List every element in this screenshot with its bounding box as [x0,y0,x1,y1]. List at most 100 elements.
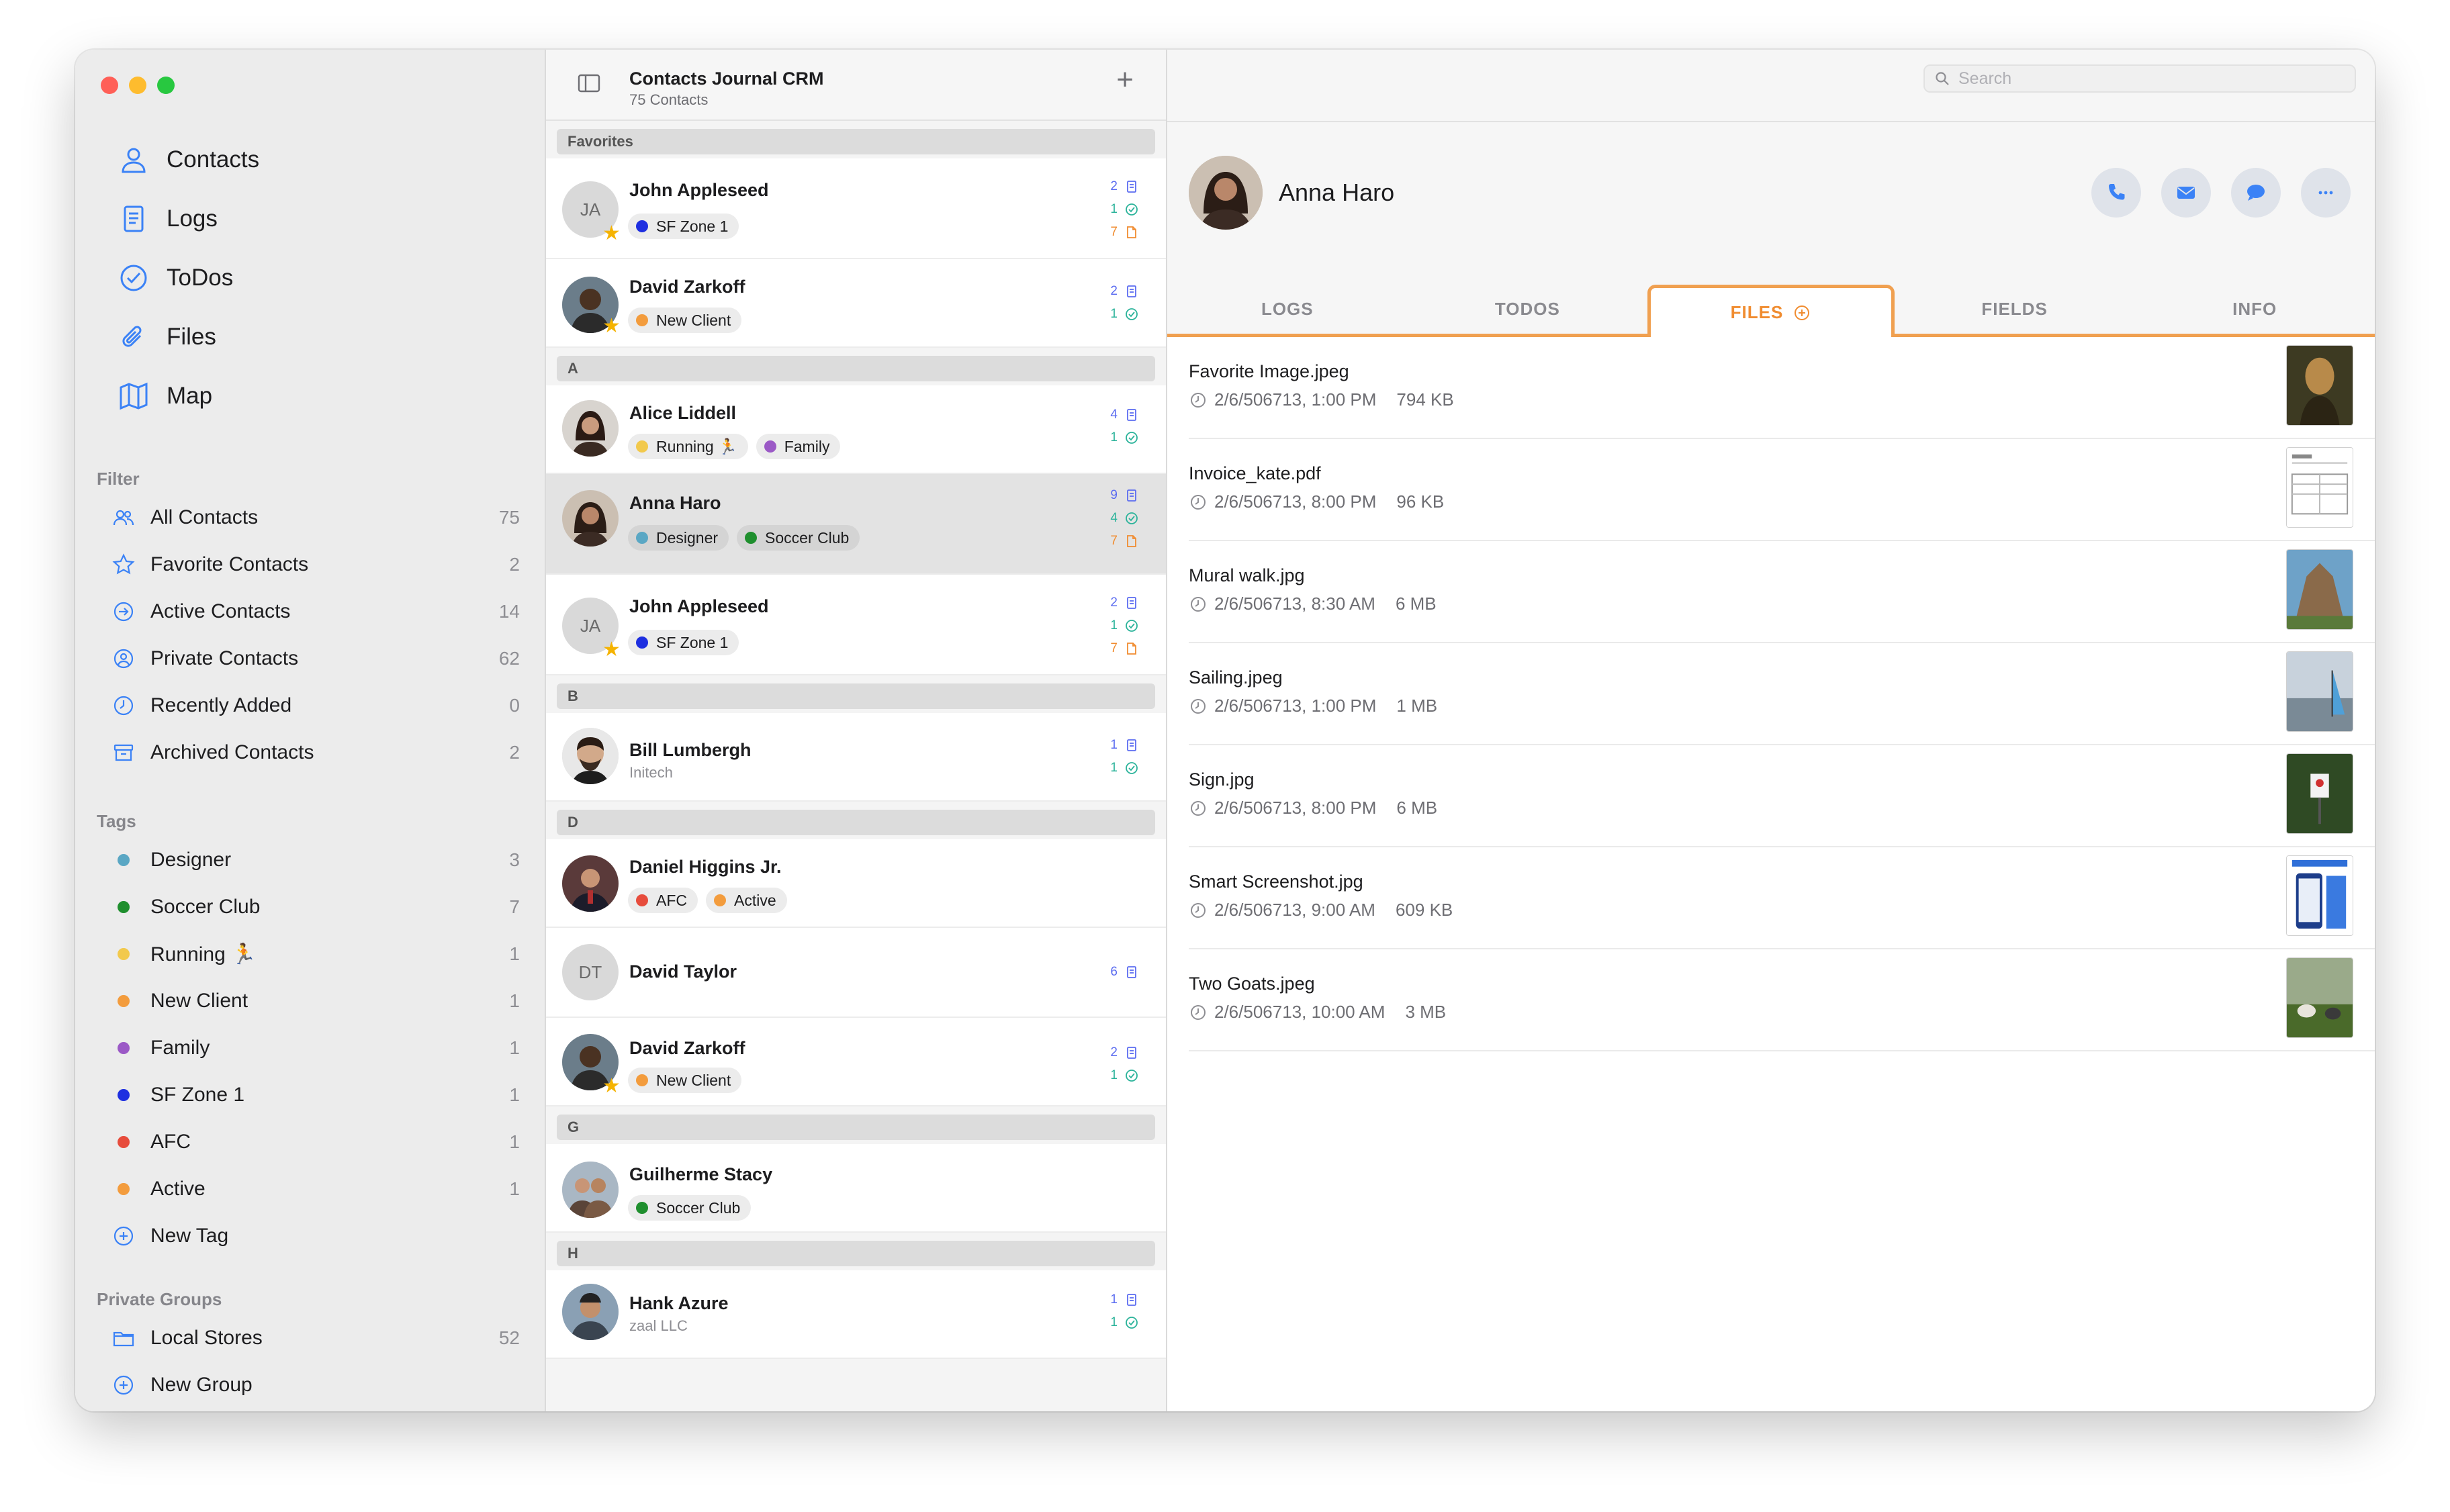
tag-color-dot [714,894,726,906]
group-label: Local Stores [150,1327,263,1349]
file-row[interactable]: Smart Screenshot.jpg 2/6/506713, 9:00 AM… [1189,847,2375,949]
nav-logs[interactable]: Logs [107,189,524,248]
todo-icon [1126,1070,1138,1082]
file-thumbnail[interactable] [2286,345,2353,426]
call-button[interactable] [2091,168,2141,218]
tag-label: Soccer Club [150,896,261,918]
filter-count: 0 [509,695,520,716]
nav-todos[interactable]: ToDos [107,248,524,308]
file-row[interactable]: Favorite Image.jpeg 2/6/506713, 1:00 PM 7… [1189,337,2375,439]
message-button[interactable] [2231,168,2281,218]
todos-count: 1 [1110,1068,1118,1082]
todo-icon [1126,432,1138,444]
file-icon [1127,643,1136,655]
file-thumbnail[interactable] [2286,447,2353,528]
contact-row[interactable]: ★ David Zarkoff New Client 2 1 [546,1018,1166,1106]
file-thumbnail[interactable] [2286,753,2353,834]
contact-name: David Zarkoff [629,1038,745,1058]
groups-list: Local Stores 52 New Group [99,1315,529,1409]
tag-chip: AFC [628,888,698,913]
tag-designer[interactable]: Designer 3 [99,837,529,884]
search-input[interactable] [1958,68,2334,89]
activity-counts: 2 1 7 [1110,594,1139,658]
contacts-scroll[interactable]: Favorites JA ★ John Appleseed SF Zone 1 … [546,121,1166,1359]
tag-new-client[interactable]: New Client 1 [99,978,529,1025]
filter-section-title: Filter [97,469,140,489]
favorite-star-icon: ★ [602,1075,621,1097]
file-thumbnail[interactable] [2286,549,2353,630]
search-field[interactable] [1923,64,2356,93]
tag-running[interactable]: Running 🏃 1 [99,931,529,978]
filter-recently-added[interactable]: Recently Added 0 [99,682,529,729]
file-thumbnail[interactable] [2286,957,2353,1038]
section-header-favorites: Favorites [557,129,1155,154]
more-button[interactable] [2301,168,2351,218]
ellipsis-icon [2318,191,2333,195]
new-tag-label: New Tag [150,1225,229,1247]
new-tag-button[interactable]: New Tag [99,1213,529,1260]
file-row[interactable]: Sign.jpg 2/6/506713, 8:00 PM 6 MB [1189,745,2375,847]
nav-files[interactable]: Files [107,308,524,367]
contact-row[interactable]: Bill Lumbergh Initech 1 1 [546,713,1166,802]
file-row[interactable]: Sailing.jpeg 2/6/506713, 1:00 PM 1 MB [1189,643,2375,745]
tag-chip: Running 🏃 [628,434,748,459]
file-thumbnail[interactable] [2286,651,2353,732]
minimize-window-button[interactable] [129,77,146,94]
tab-todos[interactable]: TODOS [1407,285,1648,337]
tag-color-dot [745,532,758,544]
tag-color-dot [636,1074,648,1086]
file-row[interactable]: Two Goats.jpeg 2/6/506713, 10:00 AM 3 MB [1189,949,2375,1051]
filter-all-contacts[interactable]: All Contacts 75 [99,494,529,541]
contact-row[interactable]: DT David Taylor 6 [546,928,1166,1018]
tab-logs[interactable]: LOGS [1167,285,1408,337]
close-window-button[interactable] [101,77,118,94]
contact-row[interactable]: ★ David Zarkoff New Client 2 1 [546,259,1166,348]
tag-sf-zone-1[interactable]: SF Zone 1 1 [99,1072,529,1119]
nav-map[interactable]: Map [107,367,524,426]
file-row[interactable]: Mural walk.jpg 2/6/506713, 8:30 AM 6 MB [1189,541,2375,643]
tag-chip-label: SF Zone 1 [656,217,729,235]
tag-active[interactable]: Active 1 [99,1166,529,1213]
file-row[interactable]: Invoice_kate.pdf 2/6/506713, 8:00 PM 96 K… [1189,439,2375,541]
contact-row[interactable]: JA ★ John Appleseed SF Zone 1 2 1 7 [546,158,1166,259]
contact-row[interactable]: Alice Liddell Running 🏃 Family 4 1 [546,385,1166,474]
favorite-star-icon: ★ [602,639,621,661]
contact-detail-pane: Anna Haro LOGS TODOS FILES FIELDS IN [1167,50,2375,1411]
tag-family[interactable]: Family 1 [99,1025,529,1072]
paperclip-icon [116,319,152,355]
sidebar-toggle-icon[interactable] [576,70,602,97]
email-button[interactable] [2161,168,2211,218]
contact-row-selected[interactable]: Anna Haro Designer Soccer Club 9 4 7 [546,474,1166,575]
avatar [562,1162,619,1218]
nav-contacts[interactable]: Contacts [107,130,524,189]
contact-row[interactable]: JA ★ John Appleseed SF Zone 1 2 1 7 [546,575,1166,675]
contact-row[interactable]: Guilherme Stacy Soccer Club [546,1144,1166,1233]
add-contact-button[interactable]: + [1116,63,1134,97]
tag-afc[interactable]: AFC 1 [99,1119,529,1166]
nav-contacts-label: Contacts [167,146,260,173]
filter-active-contacts[interactable]: Active Contacts 14 [99,588,529,635]
tab-fields[interactable]: FIELDS [1894,285,2135,337]
person-icon [116,142,152,178]
logs-count: 1 [1110,738,1118,752]
contacts-list-pane: Contacts Journal CRM 75 Contacts + Favor… [546,50,1167,1411]
tag-color-dot [636,220,648,232]
tab-files[interactable]: FILES [1647,285,1895,337]
contact-row[interactable]: Hank Azure zaal LLC 1 1 [546,1270,1166,1359]
filter-label: Archived Contacts [150,741,314,763]
group-local-stores[interactable]: Local Stores 52 [99,1315,529,1362]
filter-favorite-contacts[interactable]: Favorite Contacts 2 [99,541,529,588]
new-group-button[interactable]: New Group [99,1362,529,1409]
add-file-icon[interactable] [1793,303,1811,322]
contact-row[interactable]: Daniel Higgins Jr. AFC Active [546,839,1166,928]
zoom-window-button[interactable] [157,77,175,94]
nav-logs-label: Logs [167,205,218,232]
tab-info[interactable]: INFO [2134,285,2375,337]
todo-icon [1126,762,1138,774]
filter-private-contacts[interactable]: Private Contacts 62 [99,635,529,682]
filter-archived-contacts[interactable]: Archived Contacts 2 [99,729,529,776]
tag-soccer-club[interactable]: Soccer Club 7 [99,884,529,931]
file-thumbnail[interactable] [2286,855,2353,936]
log-icon [1127,409,1136,421]
tag-chip-label: AFC [656,891,687,909]
